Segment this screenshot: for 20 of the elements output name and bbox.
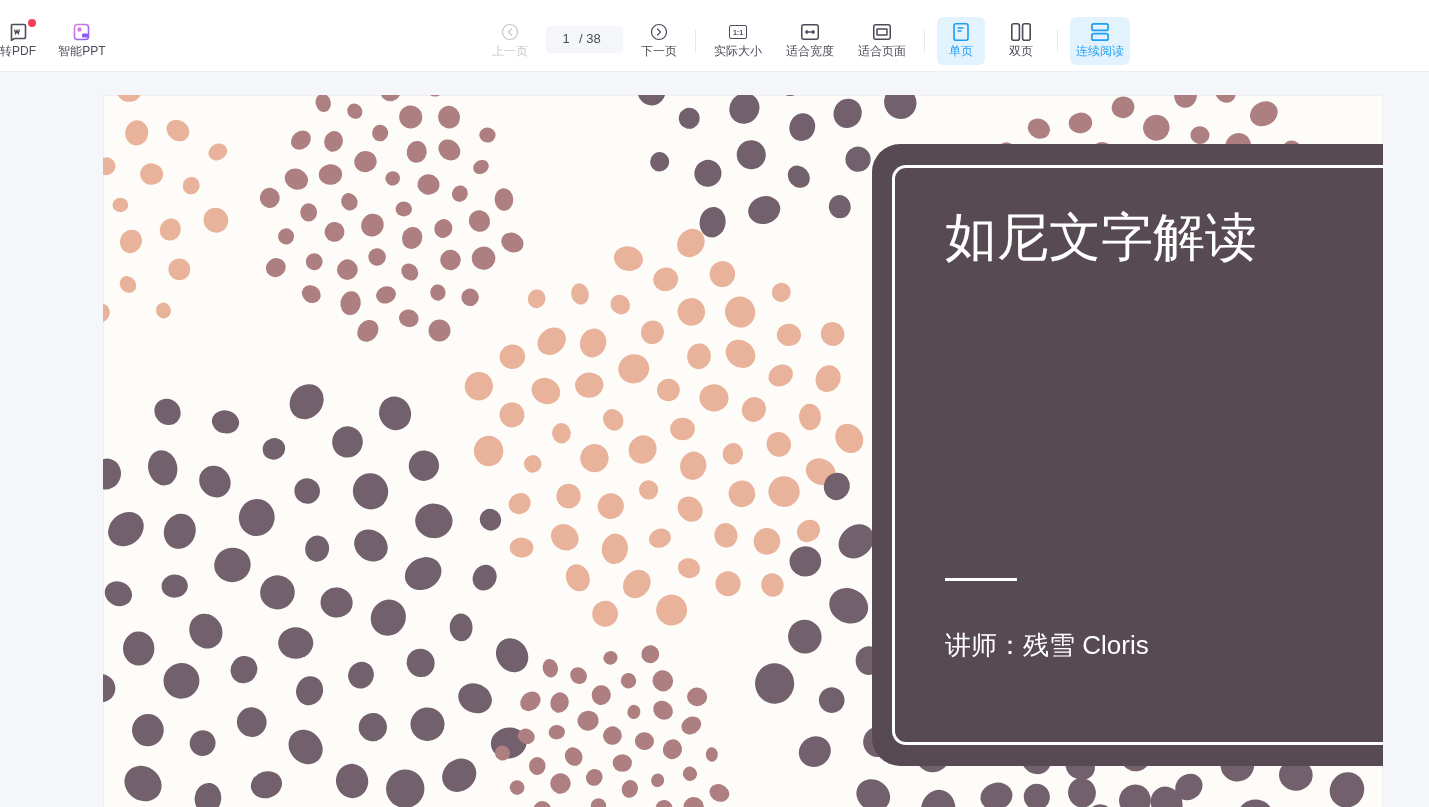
fit-width-icon [801,24,819,40]
convert-pdf-button[interactable]: 转PDF [0,17,36,65]
circle-chevron-right-icon [650,23,668,41]
page-total-text: / 38 [579,30,601,49]
slide-title: 如尼文字解读 [945,208,1258,268]
single-page-icon [953,23,969,41]
next-page-button[interactable]: 下一页 [635,17,683,65]
accent-line [945,578,1017,581]
two-pages-icon [1011,23,1031,41]
stacked-pages-icon [1091,23,1109,41]
presenter-name: 讲师：残雪 Cloris [945,629,1150,661]
slide-icon [73,23,91,41]
circle-chevron-left-icon [501,23,519,41]
fit-width-button[interactable]: 适合宽度 [780,17,840,65]
fit-page-button[interactable]: 适合页面 [852,17,912,65]
fit-page-icon [873,24,891,40]
page-number-input[interactable]: 1 [558,29,574,49]
document-icon [9,23,27,41]
two-page-button[interactable]: 双页 [997,17,1045,65]
smart-ppt-button[interactable]: 智能PPT [58,17,106,65]
